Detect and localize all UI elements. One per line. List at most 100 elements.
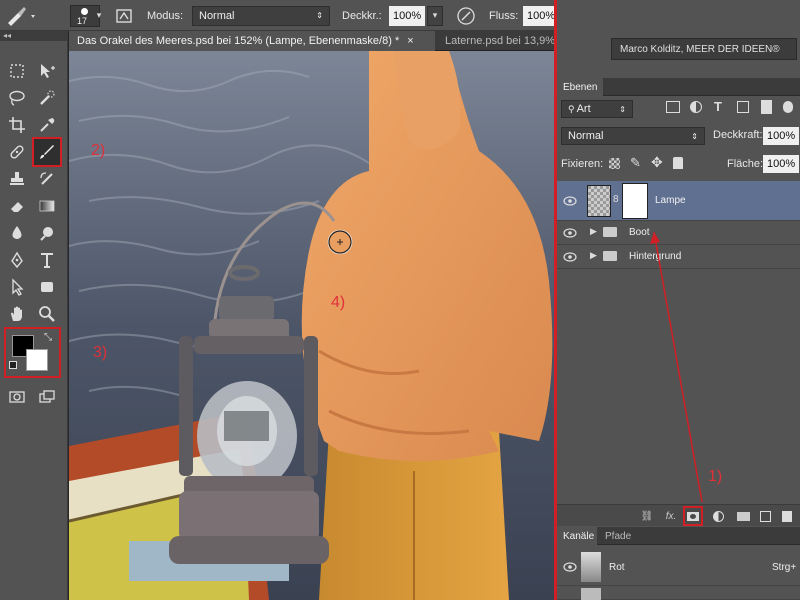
close-icon[interactable]: × [407,35,413,47]
modus-label: Modus: [147,9,184,22]
annotation-label-4: 4) [331,294,346,311]
document-tab-bar: Das Orakel des Meeres.psd bei 152% (Lamp… [69,31,555,51]
lock-transparency-icon[interactable] [609,158,620,169]
document-tab-title: Das Orakel des Meeres.psd bei 152% (Lamp… [77,35,400,47]
move-tool-icon[interactable] [34,58,60,84]
photoshop-window: 17 ▾ Modus: Normal ⇕ Deckkr.: 100% ▾ Flu… [0,0,800,600]
clone-stamp-tool-icon[interactable] [4,166,30,192]
gradient-tool-icon[interactable] [34,193,60,219]
swap-colors-icon[interactable]: ⤡ [44,332,52,343]
zoom-tool-icon[interactable] [34,301,60,327]
history-brush-tool-icon[interactable] [34,166,60,192]
document-tab-inactive[interactable]: Laterne.psd bei 13,9% [437,31,557,51]
eyedropper-tool-icon[interactable] [34,112,60,138]
smart-object-filter-icon[interactable] [761,100,772,114]
blend-row: Normal ⇕ Deckkraft: 100% [557,125,800,147]
shape-filter-icon[interactable] [737,101,749,113]
eye-icon[interactable] [563,228,577,238]
pixel-filter-icon[interactable] [666,101,680,113]
fluss-input[interactable]: 100% [523,5,555,26]
channel-row-rot[interactable]: Rot Strg+ [557,548,800,586]
quick-mask-icon[interactable] [4,384,30,410]
tab-pfade[interactable]: Pfade [599,527,639,545]
select-arrows-icon: ⇕ [619,104,626,114]
lock-row: Fixieren: ✎ ✥ Fläche: 100% [557,153,800,175]
fluss-label: Fluss: [489,9,519,22]
folder-icon [603,251,617,261]
type-tool-icon[interactable] [34,247,60,273]
tab-kanaele[interactable]: Kanäle [557,527,597,545]
hand-tool-icon[interactable] [4,301,30,327]
layer-name: Lampe [655,195,686,206]
new-group-icon[interactable] [735,508,751,524]
tools-collapse-icon[interactable]: ◂◂ [0,31,67,41]
path-selection-tool-icon[interactable] [4,274,30,300]
eye-icon[interactable] [563,252,577,262]
blend-mode-value: Normal [568,130,604,142]
modus-select[interactable]: Normal ⇕ [192,5,330,26]
channel-thumbnail [581,552,601,582]
shape-tool-icon[interactable] [34,274,60,300]
background-color-swatch[interactable] [26,349,48,371]
deckkraft-dropdown-arrow[interactable]: ▾ [427,5,443,26]
channel-name: Rot [609,562,625,573]
layer-row-lampe[interactable]: 8 Lampe [557,181,800,221]
healing-brush-tool-icon[interactable] [4,139,30,165]
screen-mode-icon[interactable] [34,384,60,410]
lasso-tool-icon[interactable] [4,85,30,111]
layer-mask-thumbnail[interactable] [622,183,648,219]
delete-layer-icon[interactable] [779,508,795,524]
workspace-switcher[interactable]: Marco Kolditz, MEER DER IDEEN® [611,38,797,60]
document-tab-active[interactable]: Das Orakel des Meeres.psd bei 152% (Lamp… [69,31,435,51]
color-swatches: ⤡ [4,327,61,378]
select-arrows-icon: ⇕ [316,11,323,20]
layer-thumbnail[interactable] [587,185,611,217]
select-arrows-icon: ⇕ [691,131,698,141]
pen-tool-icon[interactable] [4,247,30,273]
brush-tool-preset-icon[interactable] [4,0,38,31]
deckkraft-input[interactable]: 100% [389,5,425,26]
channel-thumbnail [581,588,601,600]
default-colors-icon[interactable] [9,361,17,369]
tools-panel: ◂◂ ⤡ [0,31,68,600]
lock-pixels-icon[interactable]: ✎ [630,155,641,171]
eye-icon[interactable] [563,562,577,572]
channel-row-partial[interactable] [557,586,800,600]
lock-position-icon[interactable]: ✥ [651,154,663,171]
eraser-tool-icon[interactable] [4,193,30,219]
search-icon: ⚲ [568,103,575,114]
eye-icon[interactable] [563,196,577,206]
brush-dropdown-arrow[interactable]: ▾ [94,0,104,31]
layers-panel-tabs: Ebenen [557,78,800,96]
marquee-tool-icon[interactable] [4,58,30,84]
document-canvas[interactable] [69,51,555,600]
layer-filter-select[interactable]: ⚲ Art ⇕ [561,100,633,118]
expand-arrow-icon[interactable]: ▶ [590,226,597,237]
brush-panel-toggle-icon[interactable] [115,0,133,31]
quick-selection-tool-icon[interactable] [34,85,60,111]
brush-tool-icon[interactable] [32,137,62,167]
crop-tool-icon[interactable] [4,112,30,138]
document-tab-title: Laterne.psd bei 13,9% [445,35,556,47]
pressure-opacity-icon[interactable] [456,0,476,31]
mask-link-icon[interactable]: 8 [613,194,619,205]
type-filter-icon[interactable]: T [714,99,722,114]
fill-input[interactable]: 100% [763,155,799,173]
modus-value: Normal [199,9,235,22]
annotation-label-3: 3) [93,344,108,361]
adjustment-filter-icon[interactable] [690,101,702,113]
blend-mode-select[interactable]: Normal ⇕ [561,127,705,145]
dodge-tool-icon[interactable] [34,220,60,246]
layer-filter-row: ⚲ Art ⇕ T [557,98,800,120]
expand-arrow-icon[interactable]: ▶ [590,250,597,261]
annotation-label-2: 2) [91,142,106,159]
new-layer-icon[interactable] [757,508,773,524]
filter-toggle-icon[interactable] [783,101,793,113]
photo-image [69,51,555,600]
blur-tool-icon[interactable] [4,220,30,246]
opacity-input[interactable]: 100% [763,127,799,145]
channel-shortcut: Strg+ [772,562,797,573]
lock-all-icon[interactable] [673,157,683,169]
tab-ebenen[interactable]: Ebenen [557,78,603,96]
deckkraft-label: Deckkr.: [342,9,382,22]
